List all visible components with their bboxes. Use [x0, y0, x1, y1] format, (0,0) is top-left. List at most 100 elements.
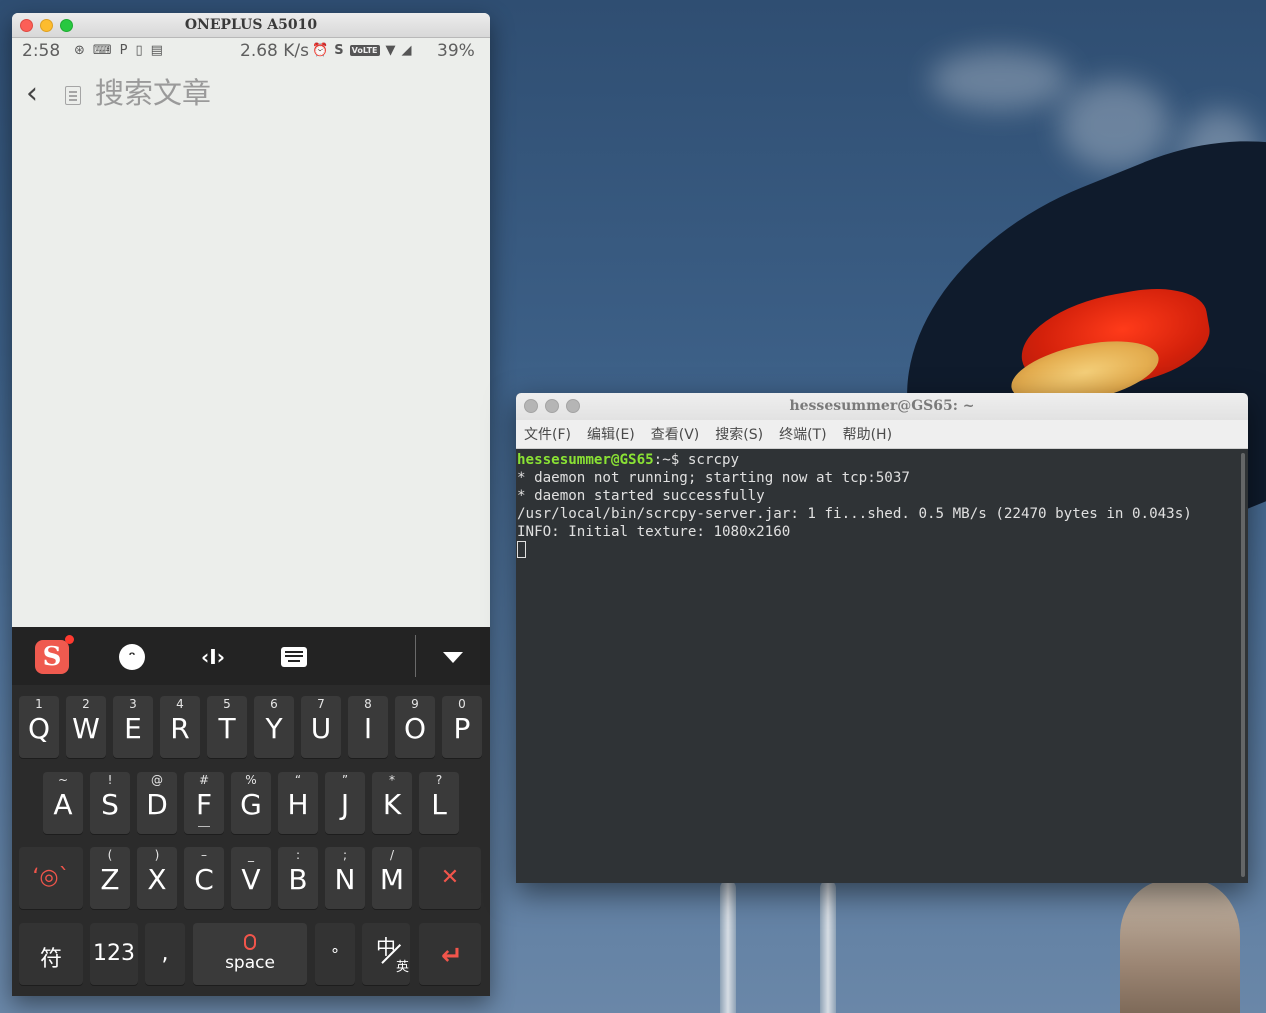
symbols-key[interactable]: 符: [19, 923, 83, 985]
emoticon-key[interactable]: ʻ◎ˋ: [19, 847, 83, 909]
key-sup: ?: [435, 773, 443, 787]
key-l[interactable]: ? L: [419, 772, 459, 834]
terminal-menubar: 文件(F) 编辑(E) 查看(V) 搜索(S) 终端(T) 帮助(H): [516, 420, 1248, 449]
notification-dot: [65, 635, 74, 644]
smoke-wisp: [930, 50, 1070, 110]
menu-file[interactable]: 文件(F): [524, 424, 571, 444]
menu-terminal[interactable]: 终端(T): [779, 424, 826, 444]
key-x[interactable]: ) X: [137, 847, 177, 909]
sogou-menu-button[interactable]: S: [32, 635, 74, 677]
key-g[interactable]: % G: [231, 772, 271, 834]
close-icon: ✕: [440, 865, 460, 890]
key-label: O: [403, 712, 427, 745]
emoji-face-icon: ᵔ: [119, 644, 145, 670]
key-w[interactable]: 2 W: [66, 696, 106, 758]
key-s[interactable]: ! S: [90, 772, 130, 834]
cursor-move-button[interactable]: ‹I›: [193, 637, 233, 677]
key-sup: 0: [458, 697, 466, 711]
terminal-output[interactable]: hessesummer@GS65:~$ scrcpy * daemon not r…: [516, 449, 1248, 883]
key-sup: 8: [364, 697, 372, 711]
key-d[interactable]: @ D: [137, 772, 177, 834]
key-sup: ~: [57, 773, 69, 787]
key-label: °: [331, 945, 339, 964]
delete-key[interactable]: ✕: [419, 847, 481, 909]
comma-key[interactable]: ,: [145, 923, 185, 985]
key-label: K: [382, 788, 402, 821]
window-title: ONEPLUS A5010: [184, 17, 318, 33]
home-row-marker: [198, 826, 210, 827]
key-b[interactable]: : B: [278, 847, 318, 909]
key-sup: 3: [129, 697, 137, 711]
key-label: R: [170, 712, 190, 745]
key-j[interactable]: ” J: [325, 772, 365, 834]
prompt-path: :~$: [653, 452, 688, 468]
key-sup: –: [201, 848, 207, 862]
wifi-icon: ▼: [385, 43, 396, 58]
key-r[interactable]: 4 R: [160, 696, 200, 758]
status-bar: 2:58 ⊛ ⌨ P ▯ ▤ 2.68 K/s ⏰ S VoLTE ▼ ◢ 39…: [12, 38, 490, 66]
key-y[interactable]: 6 Y: [254, 696, 294, 758]
hide-keyboard-button[interactable]: [433, 637, 473, 677]
key-sup: @: [151, 773, 163, 787]
key-label: D: [146, 788, 168, 821]
menu-search[interactable]: 搜索(S): [715, 424, 763, 444]
app-notification-icon: ⊛: [74, 43, 85, 58]
enter-key[interactable]: ↵: [419, 923, 481, 985]
toolbar-divider: [415, 635, 416, 677]
key-a[interactable]: ~ A: [43, 772, 83, 834]
key-label: L: [431, 788, 447, 821]
key-k[interactable]: * K: [372, 772, 412, 834]
key-m[interactable]: / M: [372, 847, 412, 909]
key-sup: 5: [223, 697, 231, 711]
key-label: N: [334, 863, 356, 896]
volte-icon: VoLTE: [349, 45, 380, 56]
key-q[interactable]: 1 Q: [19, 696, 59, 758]
document-icon: [65, 86, 81, 105]
key-h[interactable]: “ H: [278, 772, 318, 834]
key-label: X: [147, 863, 167, 896]
key-sup: *: [389, 773, 395, 787]
key-f[interactable]: # F: [184, 772, 224, 834]
key-sup: ): [154, 848, 160, 862]
key-label: 123: [93, 941, 135, 966]
terminal-line: * daemon not running; starting now at tc…: [517, 470, 910, 486]
key-v[interactable]: _ V: [231, 847, 271, 909]
numbers-key[interactable]: 123: [90, 923, 138, 985]
key-label: F: [195, 788, 213, 821]
key-label: ,: [161, 941, 169, 966]
terminal-line: [517, 541, 1248, 560]
key-sup: :: [295, 848, 301, 862]
key-o[interactable]: 9 O: [395, 696, 435, 758]
emoji-button[interactable]: ᵔ: [112, 637, 152, 677]
signal-icon: ◢: [401, 43, 412, 58]
language-switch-key[interactable]: 中 英: [362, 923, 410, 985]
menu-view[interactable]: 查看(V): [651, 424, 700, 444]
back-arrow-icon[interactable]: ‹: [26, 79, 38, 109]
key-z[interactable]: ( Z: [90, 847, 130, 909]
message-notification-icon: ▤: [150, 43, 163, 58]
key-label: P: [453, 712, 471, 745]
key-n[interactable]: ; N: [325, 847, 365, 909]
key-label: Q: [27, 712, 51, 745]
menu-edit[interactable]: 编辑(E): [587, 424, 635, 444]
notification-icons: ⊛ ⌨ P ▯ ▤: [74, 43, 163, 58]
search-articles-input[interactable]: [95, 76, 455, 110]
key-i[interactable]: 8 I: [348, 696, 388, 758]
period-key[interactable]: °: [315, 923, 355, 985]
key-t[interactable]: 5 T: [207, 696, 247, 758]
menu-help[interactable]: 帮助(H): [843, 424, 892, 444]
key-u[interactable]: 7 U: [301, 696, 341, 758]
key-label: U: [310, 712, 332, 745]
key-c[interactable]: – C: [184, 847, 224, 909]
chevron-down-icon: [443, 651, 463, 663]
terminal-title: hessesummer@GS65: ~: [789, 398, 975, 414]
status-time: 2:58: [22, 41, 61, 61]
terminal-scrollbar[interactable]: [1241, 453, 1245, 877]
key-e[interactable]: 3 E: [113, 696, 153, 758]
space-key[interactable]: space: [193, 923, 307, 985]
terminal-window: hessesummer@GS65: ~ 文件(F) 编辑(E) 查看(V) 搜索…: [516, 393, 1248, 883]
keyboard-switch-button[interactable]: [274, 637, 314, 677]
key-label: 英: [396, 960, 410, 975]
key-p[interactable]: 0 P: [442, 696, 482, 758]
key-label: space: [225, 953, 275, 973]
